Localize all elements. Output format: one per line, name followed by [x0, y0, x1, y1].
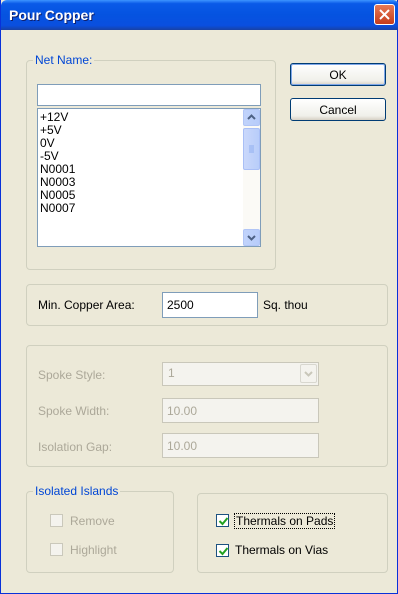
thermals-on-vias-checkbox[interactable]	[216, 544, 229, 557]
chevron-down-icon	[304, 371, 313, 377]
close-button[interactable]	[374, 4, 395, 25]
scroll-down-button[interactable]	[243, 229, 260, 246]
isolated-islands-group: Isolated Islands	[26, 485, 174, 573]
spoke-width-label: Spoke Width:	[38, 404, 110, 418]
isolated-islands-legend: Isolated Islands	[35, 484, 119, 498]
spoke-style-value: 1	[168, 366, 175, 380]
thermals-box	[197, 493, 388, 573]
net-name-legend: Net Name:	[35, 53, 93, 67]
isolation-gap-input[interactable]	[162, 433, 319, 458]
spoke-style-select[interactable]: 1	[162, 362, 319, 386]
highlight-label: Highlight	[70, 543, 117, 557]
isolation-gap-label: Isolation Gap:	[38, 440, 113, 454]
list-item[interactable]: N0007	[40, 202, 75, 215]
remove-checkbox[interactable]	[50, 514, 63, 527]
thermals-on-vias-label: Thermals on Vias	[235, 543, 329, 557]
net-name-input[interactable]	[37, 84, 261, 106]
spoke-style-dropdown-button[interactable]	[300, 364, 317, 383]
ok-button[interactable]: OK	[290, 63, 386, 86]
net-name-list[interactable]: +12V +5V 0V -5V N0001 N0003 N0005 N0007	[37, 108, 261, 247]
spoke-style-label: Spoke Style:	[38, 368, 106, 382]
check-icon	[218, 547, 229, 556]
min-copper-area-label: Min. Copper Area:	[38, 298, 135, 312]
min-copper-area-unit: Sq. thou	[263, 298, 308, 312]
check-icon	[218, 517, 229, 526]
list-scrollbar[interactable]	[243, 109, 260, 246]
cancel-button[interactable]: Cancel	[290, 98, 386, 121]
scroll-thumb[interactable]	[243, 128, 260, 170]
thermals-on-pads-label: Thermals on Pads	[234, 513, 336, 529]
title-bar[interactable]: Pour Copper	[1, 0, 398, 30]
scroll-up-button[interactable]	[243, 109, 260, 126]
spoke-width-input[interactable]	[162, 398, 319, 423]
highlight-checkbox[interactable]	[50, 543, 63, 556]
window-title: Pour Copper	[9, 7, 94, 23]
grip-icon	[249, 145, 254, 153]
remove-label: Remove	[70, 514, 115, 528]
chevron-up-icon	[247, 114, 256, 120]
min-copper-area-input[interactable]	[162, 292, 258, 318]
pour-copper-dialog: Pour Copper Net Name: +12V +5V 0V -5V N0…	[0, 0, 398, 594]
close-icon	[379, 9, 390, 20]
thermals-on-pads-checkbox[interactable]	[216, 514, 229, 527]
chevron-down-icon	[247, 235, 256, 241]
net-list-items: +12V +5V 0V -5V N0001 N0003 N0005 N0007	[40, 111, 75, 215]
